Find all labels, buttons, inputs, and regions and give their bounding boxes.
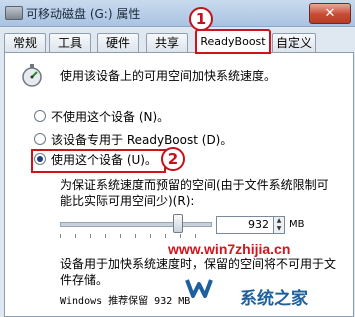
close-button[interactable]: ✕ bbox=[309, 3, 351, 24]
step-badge-1: 1 bbox=[189, 7, 213, 31]
reserve-size-spinner[interactable]: ▲ ▼ bbox=[273, 216, 285, 234]
reserve-slider-thumb[interactable] bbox=[173, 214, 183, 233]
reserve-text: 为保证系统速度而预留的空间(由于文件系统限制可能比实际可用空间少)(R): bbox=[60, 178, 329, 208]
logo-icon bbox=[185, 279, 213, 298]
intro-text: 使用该设备上的可用空间加快系统速度。 bbox=[60, 69, 277, 83]
unit-label: MB bbox=[289, 219, 305, 230]
option-use-device[interactable]: 使用这个设备 (U)。 bbox=[34, 150, 157, 168]
tab-hardware[interactable]: 硬件 bbox=[97, 33, 139, 52]
radio-use-device[interactable] bbox=[34, 153, 46, 165]
option-dedicate[interactable]: 该设备专用于 ReadyBoost (D)。 bbox=[34, 130, 232, 148]
option-label: 不使用这个设备 (N)。 bbox=[51, 109, 170, 124]
tab-tools[interactable]: 工具 bbox=[49, 33, 91, 52]
option-label: 使用这个设备 (U)。 bbox=[51, 152, 157, 167]
title-bar: 可移动磁盘 (G:) 属性 ✕ bbox=[0, 0, 355, 27]
windows-recommendation: Windows 推荐保留 932 MB bbox=[60, 296, 191, 307]
tab-bar: 常规 工具 硬件 共享 ReadyBoost 自定义 bbox=[4, 29, 354, 54]
tab-sharing[interactable]: 共享 bbox=[146, 33, 188, 52]
option-label: 该设备专用于 ReadyBoost (D)。 bbox=[51, 132, 233, 147]
drive-icon bbox=[5, 6, 23, 20]
slider-ticks bbox=[60, 234, 210, 238]
watermark-url: www.win7zhijia.cn bbox=[168, 241, 291, 257]
reserve-size-input[interactable]: 932 bbox=[216, 216, 274, 234]
option-do-not-use[interactable]: 不使用这个设备 (N)。 bbox=[34, 107, 169, 125]
radio-do-not-use[interactable] bbox=[34, 110, 46, 122]
readyboost-icon bbox=[22, 64, 42, 87]
watermark-brand: 系统之家 bbox=[240, 289, 308, 308]
radio-dedicate[interactable] bbox=[34, 133, 46, 145]
tab-customize[interactable]: 自定义 bbox=[272, 33, 316, 52]
tab-readyboost[interactable]: ReadyBoost bbox=[195, 29, 271, 54]
window-title: 可移动磁盘 (G:) 属性 bbox=[26, 7, 141, 21]
tab-general[interactable]: 常规 bbox=[4, 33, 46, 52]
step-badge-2: 2 bbox=[161, 147, 185, 171]
reserve-slider-track[interactable] bbox=[60, 222, 212, 227]
